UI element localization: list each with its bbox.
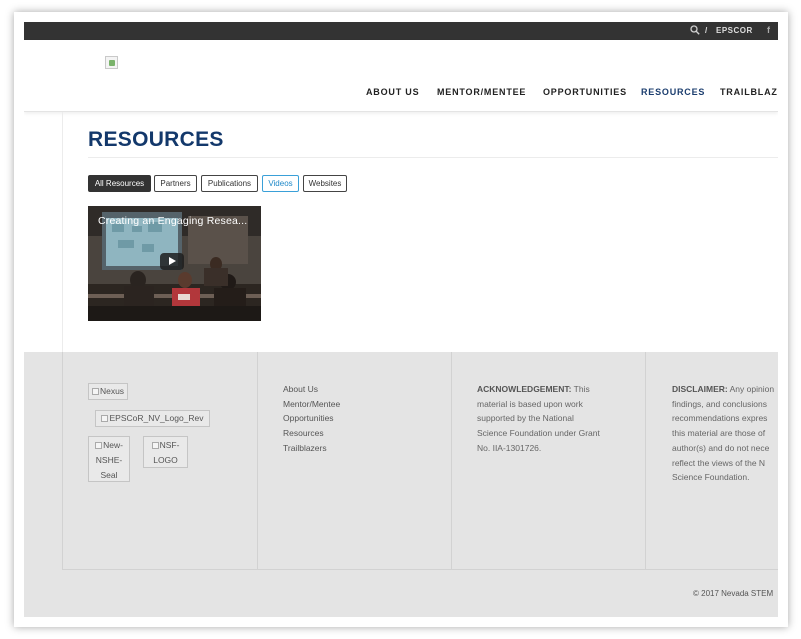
nav-resources[interactable]: RESOURCES	[641, 87, 705, 97]
nsf-logo-alt-line: NSF-	[159, 440, 180, 450]
acknowledgement-line: material is based upon work	[477, 398, 583, 409]
broken-image-icon	[101, 415, 109, 422]
disclaimer-line: this material are those of	[672, 428, 766, 439]
nav-trailblazers[interactable]: TRAILBLAZER	[720, 87, 778, 97]
footer-bottom-divider	[62, 569, 778, 570]
footer-divider	[451, 352, 452, 569]
filter-partners[interactable]: Partners	[154, 175, 197, 192]
page-title: RESOURCES	[88, 128, 224, 151]
footer-link-trailblazers[interactable]: Trailblazers	[283, 441, 340, 456]
topbar-separator: /	[705, 26, 708, 35]
site-header: ABOUT US MENTOR/MENTEE OPPORTUNITIES RES…	[24, 40, 778, 112]
acknowledgement-line: This	[571, 384, 590, 394]
filter-videos[interactable]: Videos	[262, 175, 299, 192]
copyright: © 2017 Nevada STEM	[693, 589, 774, 598]
acknowledgement-text: ACKNOWLEDGEMENT: This material is based …	[477, 382, 600, 456]
disclaimer-line: Science Foundation.	[672, 472, 750, 483]
nav-about-us[interactable]: ABOUT US	[366, 87, 419, 97]
footer-link-resources[interactable]: Resources	[283, 426, 340, 441]
disclaimer-line: findings, and conclusions	[672, 398, 767, 409]
disclaimer-line: reflect the views of the N	[672, 457, 766, 468]
footer-link-about-us[interactable]: About Us	[283, 382, 340, 397]
footer-link-opportunities[interactable]: Opportunities	[283, 411, 340, 426]
nshe-seal-alt-line: New-	[103, 440, 123, 450]
filter-publications[interactable]: Publications	[201, 175, 258, 192]
epscor-logo-image[interactable]: EPSCoR_NV_Logo_Rev	[95, 410, 210, 427]
acknowledgement-label: ACKNOWLEDGEMENT:	[477, 384, 572, 394]
broken-image-icon	[151, 442, 159, 449]
search-icon[interactable]	[690, 25, 700, 35]
footer-divider	[645, 352, 646, 569]
page: / EPSCOR f ABOUT US MENTOR/MENTEE OPPORT…	[24, 22, 778, 617]
site-logo-image[interactable]	[105, 56, 118, 69]
nav-opportunities[interactable]: OPPORTUNITIES	[543, 87, 627, 97]
video-thumbnail[interactable]: Creating an Engaging Resea...	[88, 206, 261, 321]
broken-image-icon	[95, 442, 103, 449]
disclaimer-line: author(s) and do not nece	[672, 442, 770, 453]
content-divider	[62, 112, 63, 352]
footer-links: About Us Mentor/Mentee Opportunities Res…	[283, 382, 340, 456]
nexus-logo-image[interactable]: Nexus	[88, 383, 128, 400]
play-icon[interactable]	[160, 253, 184, 270]
nshe-seal-image[interactable]: New- NSHE- Seal	[88, 436, 130, 482]
footer-link-mentor-mentee[interactable]: Mentor/Mentee	[283, 397, 340, 412]
filter-websites[interactable]: Websites	[303, 175, 347, 192]
disclaimer-line: Any opinion	[727, 384, 775, 394]
filter-all-resources[interactable]: All Resources	[88, 175, 151, 192]
epscor-link[interactable]: EPSCOR	[716, 26, 753, 35]
title-divider	[88, 157, 778, 158]
nshe-seal-alt-line: Seal	[100, 470, 118, 480]
disclaimer-line: recommendations expres	[672, 413, 768, 424]
disclaimer-label: DISCLAIMER:	[672, 384, 728, 394]
top-bar: / EPSCOR f	[24, 22, 778, 40]
nav-mentor-mentee[interactable]: MENTOR/MENTEE	[437, 87, 526, 97]
browser-window: / EPSCOR f ABOUT US MENTOR/MENTEE OPPORT…	[14, 12, 788, 627]
nsf-logo-image[interactable]: NSF- LOGO	[143, 436, 188, 468]
footer-divider	[62, 352, 63, 569]
acknowledgement-line: supported by the National	[477, 413, 574, 424]
epscor-logo-alt: EPSCoR_NV_Logo_Rev	[109, 413, 204, 423]
acknowledgement-line: Science Foundation under Grant	[477, 428, 600, 439]
acknowledgement-line: No. IIA-1301726.	[477, 442, 542, 453]
nexus-logo-alt: Nexus	[99, 386, 125, 396]
video-title[interactable]: Creating an Engaging Resea...	[98, 215, 247, 227]
broken-image-icon	[91, 388, 99, 395]
site-footer	[24, 352, 778, 617]
facebook-icon[interactable]: f	[767, 25, 771, 35]
disclaimer-text: DISCLAIMER: Any opinion findings, and co…	[672, 382, 774, 485]
footer-divider	[257, 352, 258, 569]
nsf-logo-alt-line: LOGO	[153, 455, 178, 465]
nshe-seal-alt-line: NSHE-	[95, 455, 123, 465]
